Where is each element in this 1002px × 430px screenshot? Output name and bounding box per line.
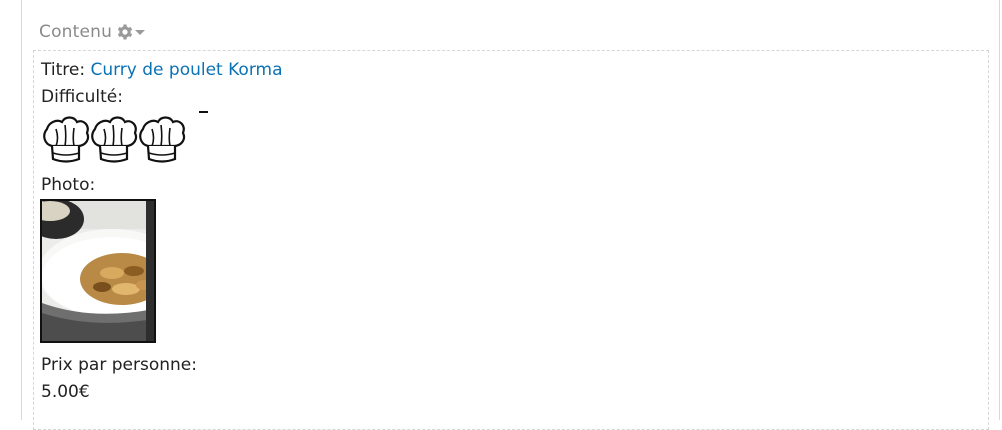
difficulty-label: Difficulté: [41, 87, 123, 107]
chef-hat-icon [43, 116, 90, 163]
hat-dash-mark [199, 111, 208, 113]
chef-hat-icon [91, 116, 138, 163]
chevron-down-icon [135, 30, 146, 35]
chef-hat-icon [139, 116, 186, 163]
price-label: Prix par personne: [41, 355, 197, 375]
block-title: Contenu [39, 22, 113, 42]
title-label: Titre: [41, 60, 86, 80]
price-value: 5.00€ [41, 382, 90, 402]
photo-image [42, 201, 154, 341]
block-header: Contenu [39, 22, 146, 42]
gear-icon [118, 24, 133, 40]
block-settings-button[interactable] [116, 23, 146, 41]
title-field: Titre: Curry de poulet Korma [41, 60, 283, 80]
title-link[interactable]: Curry de poulet Korma [90, 60, 282, 80]
difficulty-rating [41, 111, 186, 165]
photo-label: Photo: [41, 175, 96, 195]
recipe-photo[interactable] [40, 199, 156, 343]
